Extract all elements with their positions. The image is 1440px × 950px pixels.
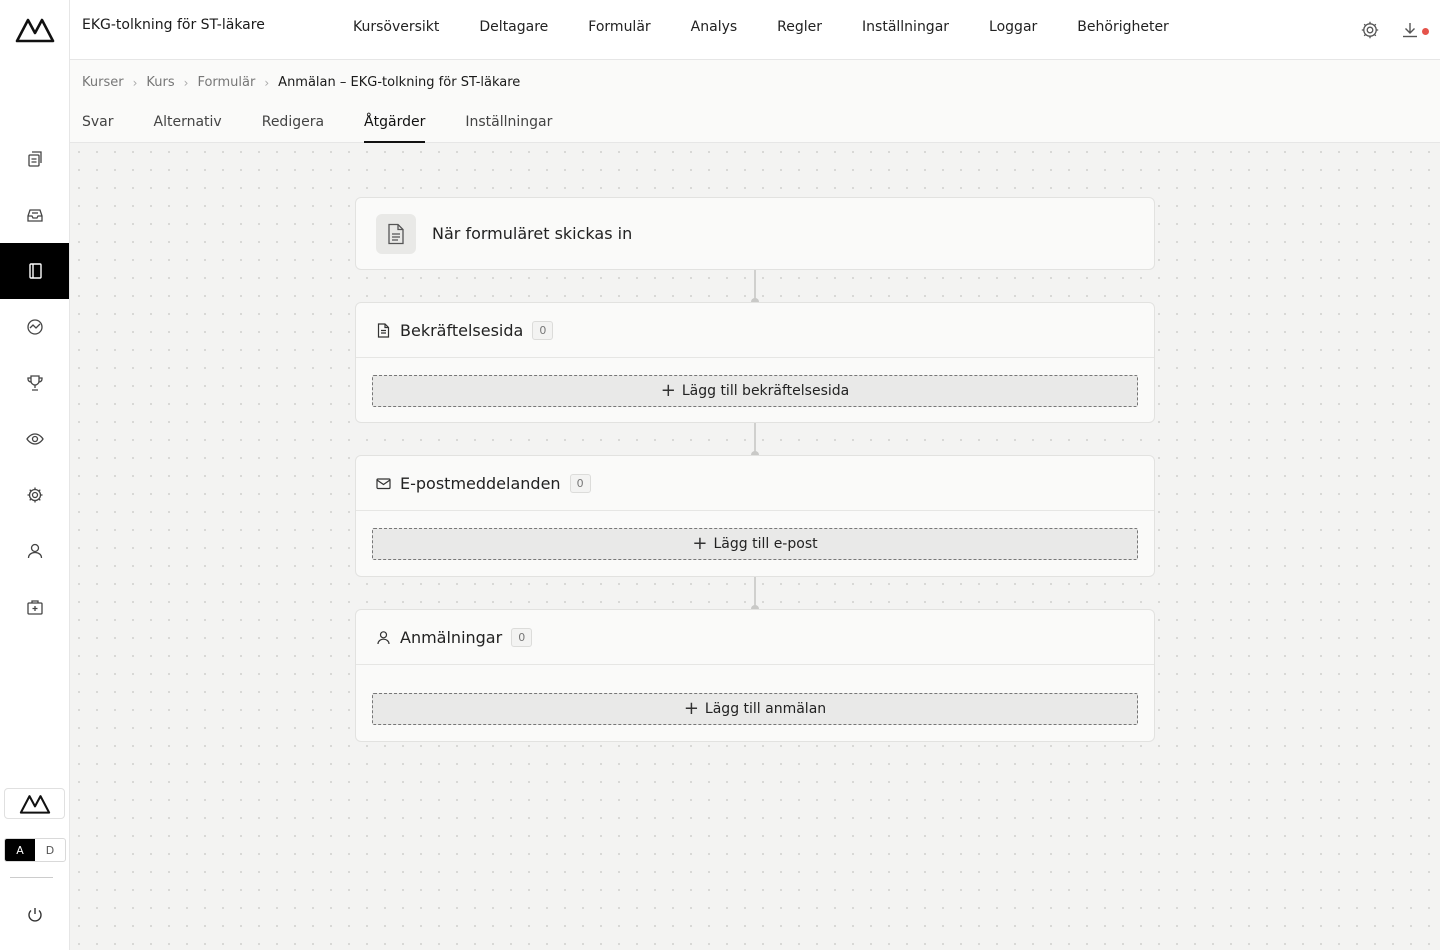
rail-copy[interactable] bbox=[0, 131, 69, 187]
tab-svar[interactable]: Svar bbox=[82, 114, 114, 143]
connector-line bbox=[751, 577, 759, 613]
medkit-icon bbox=[26, 600, 43, 615]
section-title: E-postmeddelanden bbox=[400, 473, 561, 493]
power-icon bbox=[27, 908, 42, 922]
tab-alternativ[interactable]: Alternativ bbox=[154, 114, 222, 143]
logo-icon[interactable] bbox=[14, 16, 56, 44]
page-header: Kurser › Kurs › Formulär › Anmälan – EKG… bbox=[70, 60, 1440, 143]
chevron-right-icon: › bbox=[264, 75, 270, 90]
breadcrumb-formular[interactable]: Formulär bbox=[197, 75, 255, 90]
rail-trophy[interactable] bbox=[0, 355, 69, 411]
user-icon bbox=[377, 630, 390, 644]
plus-icon: + bbox=[683, 698, 699, 719]
nav-installningar[interactable]: Inställningar bbox=[862, 19, 949, 35]
add-registration-button[interactable]: + Lägg till anmälan bbox=[372, 693, 1138, 725]
section-bekraftelsesida: Bekräftelsesida 0 + Lägg till bekräftels… bbox=[355, 302, 1155, 423]
tab-atgarder[interactable]: Åtgärder bbox=[364, 114, 426, 143]
tab-installningar[interactable]: Inställningar bbox=[465, 114, 552, 143]
add-button-label: Lägg till bekräftelsesida bbox=[681, 383, 850, 399]
settings-gear-icon[interactable] bbox=[1360, 20, 1380, 40]
copy-icon bbox=[27, 151, 42, 167]
top-bar: EKG-tolkning för ST-läkare Kursöversikt … bbox=[70, 0, 1440, 60]
trigger-label: När formuläret skickas in bbox=[432, 224, 633, 243]
language-option-d[interactable]: D bbox=[35, 839, 65, 861]
document-icon bbox=[388, 223, 404, 245]
rail-book[interactable] bbox=[0, 243, 69, 299]
nav-behorigheter[interactable]: Behörigheter bbox=[1077, 19, 1169, 35]
tab-redigera[interactable]: Redigera bbox=[262, 114, 324, 143]
chevron-right-icon: › bbox=[132, 75, 138, 90]
section-title: Bekräftelsesida bbox=[400, 320, 524, 340]
rail-divider bbox=[10, 877, 53, 878]
brand-logo[interactable] bbox=[4, 788, 65, 819]
add-confirmation-page-button[interactable]: + Lägg till bekräftelsesida bbox=[372, 375, 1138, 407]
nav-deltagare[interactable]: Deltagare bbox=[479, 19, 548, 35]
count-badge: 0 bbox=[532, 320, 554, 340]
add-email-button[interactable]: + Lägg till e-post bbox=[372, 528, 1138, 560]
document-icon bbox=[377, 322, 390, 338]
chevron-right-icon: › bbox=[183, 75, 189, 90]
section-title: Anmälningar bbox=[400, 627, 503, 647]
breadcrumb-current: Anmälan – EKG-tolkning för ST-läkare bbox=[278, 75, 521, 90]
section-header: E-postmeddelanden 0 bbox=[356, 456, 1154, 511]
count-badge: 0 bbox=[569, 473, 591, 493]
breadcrumb: Kurser › Kurs › Formulär › Anmälan – EKG… bbox=[82, 75, 520, 90]
rail-eye[interactable] bbox=[0, 411, 69, 467]
main-nav: Kursöversikt Deltagare Formulär Analys R… bbox=[353, 19, 1209, 35]
book-icon bbox=[28, 263, 42, 279]
download-icon[interactable] bbox=[1400, 20, 1420, 40]
breadcrumb-kurs[interactable]: Kurs bbox=[146, 75, 174, 90]
workflow-canvas: När formuläret skickas in Bekräftelsesid… bbox=[70, 143, 1440, 950]
section-epostmeddelanden: E-postmeddelanden 0 + Lägg till e-post bbox=[355, 455, 1155, 577]
rail-user[interactable] bbox=[0, 523, 69, 579]
language-option-a[interactable]: A bbox=[5, 839, 35, 861]
add-button-label: Lägg till e-post bbox=[713, 536, 818, 552]
rail-settings[interactable] bbox=[0, 467, 69, 523]
trigger-icon-box bbox=[376, 214, 416, 254]
plus-icon: + bbox=[660, 380, 676, 401]
eye-icon bbox=[25, 433, 44, 445]
breadcrumb-kurser[interactable]: Kurser bbox=[82, 75, 124, 90]
section-anmalningar: Anmälningar 0 + Lägg till anmälan bbox=[355, 609, 1155, 742]
left-rail: A D bbox=[0, 0, 70, 950]
logo-icon bbox=[19, 794, 50, 814]
nav-kursoversikt[interactable]: Kursöversikt bbox=[353, 19, 439, 35]
language-toggle: A D bbox=[4, 838, 66, 862]
connector-line bbox=[751, 270, 759, 306]
trophy-icon bbox=[26, 375, 43, 391]
count-badge: 0 bbox=[511, 627, 533, 647]
user-icon bbox=[27, 543, 42, 559]
section-header: Anmälningar 0 bbox=[356, 610, 1154, 665]
nav-analys[interactable]: Analys bbox=[691, 19, 738, 35]
inbox-icon bbox=[26, 209, 43, 222]
nav-regler[interactable]: Regler bbox=[777, 19, 822, 35]
section-header: Bekräftelsesida 0 bbox=[356, 303, 1154, 358]
mail-icon bbox=[376, 477, 391, 489]
rail-inbox[interactable] bbox=[0, 187, 69, 243]
notification-dot bbox=[1422, 28, 1429, 35]
plus-icon: + bbox=[692, 533, 708, 554]
rail-analytics[interactable] bbox=[0, 299, 69, 355]
connector-line bbox=[751, 423, 759, 459]
nav-formular[interactable]: Formulär bbox=[588, 19, 650, 35]
trigger-card: När formuläret skickas in bbox=[355, 197, 1155, 270]
nav-loggar[interactable]: Loggar bbox=[989, 19, 1037, 35]
logout-button[interactable] bbox=[0, 895, 69, 935]
add-button-label: Lägg till anmälan bbox=[704, 701, 827, 717]
gear-icon bbox=[27, 487, 42, 503]
course-title: EKG-tolkning för ST-läkare bbox=[82, 17, 265, 33]
sub-tabs: Svar Alternativ Redigera Åtgärder Instäl… bbox=[82, 114, 592, 143]
rail-medkit[interactable] bbox=[0, 579, 69, 635]
analytics-icon bbox=[26, 319, 43, 335]
